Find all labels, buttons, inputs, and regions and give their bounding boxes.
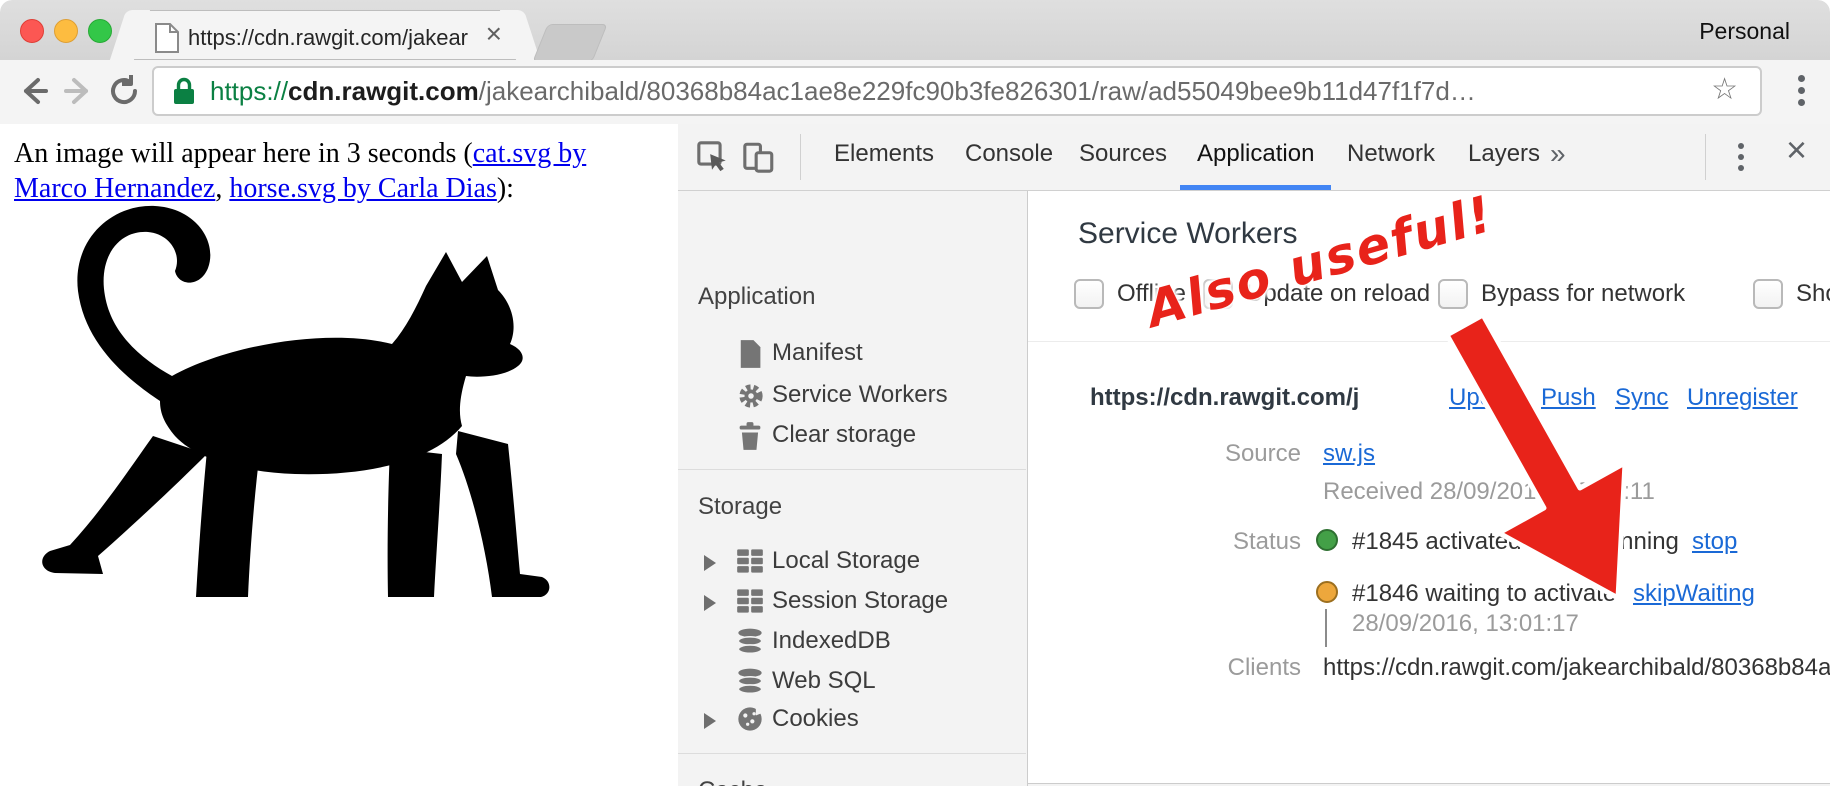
section-storage: Storage bbox=[698, 493, 782, 521]
back-button-icon[interactable] bbox=[16, 73, 52, 114]
waiting-worker-status: #1846 waiting to activate bbox=[1352, 580, 1616, 608]
bypass-for-network-checkbox[interactable] bbox=[1438, 279, 1468, 309]
stop-link[interactable]: stop bbox=[1692, 528, 1737, 556]
active-worker-status: #1845 activated and is running bbox=[1352, 528, 1679, 556]
panel-divider bbox=[1028, 341, 1830, 342]
forward-button-icon bbox=[60, 73, 96, 114]
section-cache: Cache bbox=[698, 777, 767, 786]
url-scheme: https:// bbox=[210, 76, 288, 106]
toolbar-divider bbox=[1705, 134, 1706, 180]
cookie-icon bbox=[736, 705, 764, 740]
bypass-for-network-checkbox-group[interactable]: Bypass for network bbox=[1438, 279, 1685, 309]
disclosure-triangle-icon[interactable] bbox=[704, 555, 716, 571]
active-status-dot bbox=[1316, 529, 1338, 551]
web-page: An image will appear here in 3 seconds (… bbox=[0, 124, 680, 786]
unregister-link[interactable]: Unregister bbox=[1687, 384, 1798, 412]
sidebar-item-web-sql[interactable]: Web SQL bbox=[678, 663, 1027, 701]
status-connector-line bbox=[1325, 609, 1327, 647]
device-toolbar-icon[interactable] bbox=[742, 140, 776, 179]
reload-button-icon[interactable] bbox=[106, 73, 142, 114]
source-label: Source bbox=[1131, 440, 1301, 468]
tab-layers[interactable]: Layers bbox=[1468, 140, 1540, 168]
table-icon bbox=[736, 587, 764, 622]
url-text[interactable]: https://cdn.rawgit.com/jakearchibald/803… bbox=[210, 76, 1680, 107]
sidebar-item-session-storage[interactable]: Session Storage bbox=[678, 583, 1027, 621]
table-icon bbox=[736, 547, 764, 582]
secure-lock-icon[interactable] bbox=[172, 77, 196, 110]
browser-window: https://cdn.rawgit.com/jakearc × Persona… bbox=[0, 0, 1830, 786]
profile-name[interactable]: Personal bbox=[1699, 18, 1790, 45]
titlebar: https://cdn.rawgit.com/jakearc × Persona… bbox=[0, 0, 1830, 60]
disclosure-triangle-icon[interactable] bbox=[704, 595, 716, 611]
tab-application[interactable]: Application bbox=[1197, 140, 1314, 168]
sidebar-item-cookies[interactable]: Cookies bbox=[678, 701, 1027, 739]
minimize-window-button[interactable] bbox=[54, 19, 78, 43]
tab-elements[interactable]: Elements bbox=[834, 140, 934, 168]
database-icon bbox=[736, 627, 764, 662]
show-checkbox-group[interactable]: Show bbox=[1753, 279, 1830, 309]
cat-silhouette-image bbox=[10, 196, 560, 651]
panel-title: Service Workers bbox=[1078, 217, 1298, 251]
update-link[interactable]: Update bbox=[1449, 384, 1526, 412]
browser-toolbar: https://cdn.rawgit.com/jakearchibald/803… bbox=[0, 60, 1830, 126]
devtools-toolbar: Elements Console Sources Application Net… bbox=[678, 124, 1830, 191]
skip-waiting-link[interactable]: skipWaiting bbox=[1633, 580, 1755, 608]
tab-network[interactable]: Network bbox=[1347, 140, 1435, 168]
inspect-element-icon[interactable] bbox=[696, 140, 730, 179]
tab-title: https://cdn.rawgit.com/jakearc bbox=[188, 25, 468, 51]
active-tab-underline bbox=[1180, 185, 1331, 190]
clients-label: Clients bbox=[1131, 654, 1301, 682]
waiting-timestamp: 28/09/2016, 13:01:17 bbox=[1352, 610, 1579, 638]
section-application: Application bbox=[698, 283, 815, 311]
devtools-panel: Elements Console Sources Application Net… bbox=[678, 124, 1830, 786]
devtools-close-icon[interactable]: × bbox=[1786, 132, 1807, 168]
push-link[interactable]: Push bbox=[1541, 384, 1596, 412]
intro-prefix: An image will appear here in 3 seconds ( bbox=[14, 138, 473, 169]
new-tab-button[interactable] bbox=[532, 24, 607, 62]
tab-sources[interactable]: Sources bbox=[1079, 140, 1167, 168]
devtools-sidebar: Application Manifest Service Workers Cle… bbox=[678, 191, 1028, 786]
sync-link[interactable]: Sync bbox=[1615, 384, 1668, 412]
sidebar-item-clear-storage[interactable]: Clear storage bbox=[678, 417, 1027, 455]
sidebar-item-local-storage[interactable]: Local Storage bbox=[678, 543, 1027, 581]
sidebar-item-manifest[interactable]: Manifest bbox=[678, 335, 1027, 373]
show-checkbox[interactable] bbox=[1753, 279, 1783, 309]
fullscreen-window-button[interactable] bbox=[88, 19, 112, 43]
bypass-for-network-label: Bypass for network bbox=[1481, 280, 1685, 308]
toolbar-divider bbox=[800, 134, 801, 180]
close-window-button[interactable] bbox=[20, 19, 44, 43]
registration-scope: https://cdn.rawgit.com/j bbox=[1090, 384, 1359, 412]
document-icon bbox=[736, 339, 764, 376]
offline-checkbox[interactable] bbox=[1074, 279, 1104, 309]
client-url: https://cdn.rawgit.com/jakearchibald/803… bbox=[1323, 654, 1830, 682]
sidebar-divider bbox=[678, 469, 1026, 470]
more-tabs-icon[interactable]: » bbox=[1550, 138, 1566, 170]
browser-menu-icon[interactable] bbox=[1798, 70, 1806, 111]
tab-console[interactable]: Console bbox=[965, 140, 1053, 168]
url-host: cdn.rawgit.com bbox=[288, 76, 479, 106]
sidebar-item-service-workers[interactable]: Service Workers bbox=[678, 377, 1027, 415]
page-favicon-icon bbox=[154, 23, 180, 58]
waiting-status-dot bbox=[1316, 581, 1338, 603]
disclosure-triangle-icon[interactable] bbox=[704, 713, 716, 729]
status-label: Status bbox=[1131, 528, 1301, 556]
database-icon bbox=[736, 667, 764, 702]
gear-icon bbox=[736, 381, 766, 418]
show-label: Show bbox=[1796, 280, 1830, 308]
url-path: /jakearchibald/80368b84ac1ae8e229fc90b3f… bbox=[479, 76, 1476, 106]
source-received-timestamp: Received 28/09/2016, 13:01:11 bbox=[1323, 478, 1655, 506]
sidebar-divider bbox=[678, 753, 1026, 754]
bookmark-star-icon[interactable]: ☆ bbox=[1711, 72, 1738, 107]
source-file-link[interactable]: sw.js bbox=[1323, 440, 1375, 468]
tab-close-icon[interactable]: × bbox=[486, 20, 502, 48]
trash-icon bbox=[736, 421, 764, 458]
address-bar[interactable]: https://cdn.rawgit.com/jakearchibald/803… bbox=[152, 66, 1762, 116]
browser-tab[interactable]: https://cdn.rawgit.com/jakearc × bbox=[130, 10, 520, 60]
sidebar-item-indexeddb[interactable]: IndexedDB bbox=[678, 623, 1027, 661]
devtools-menu-icon[interactable] bbox=[1738, 138, 1744, 176]
